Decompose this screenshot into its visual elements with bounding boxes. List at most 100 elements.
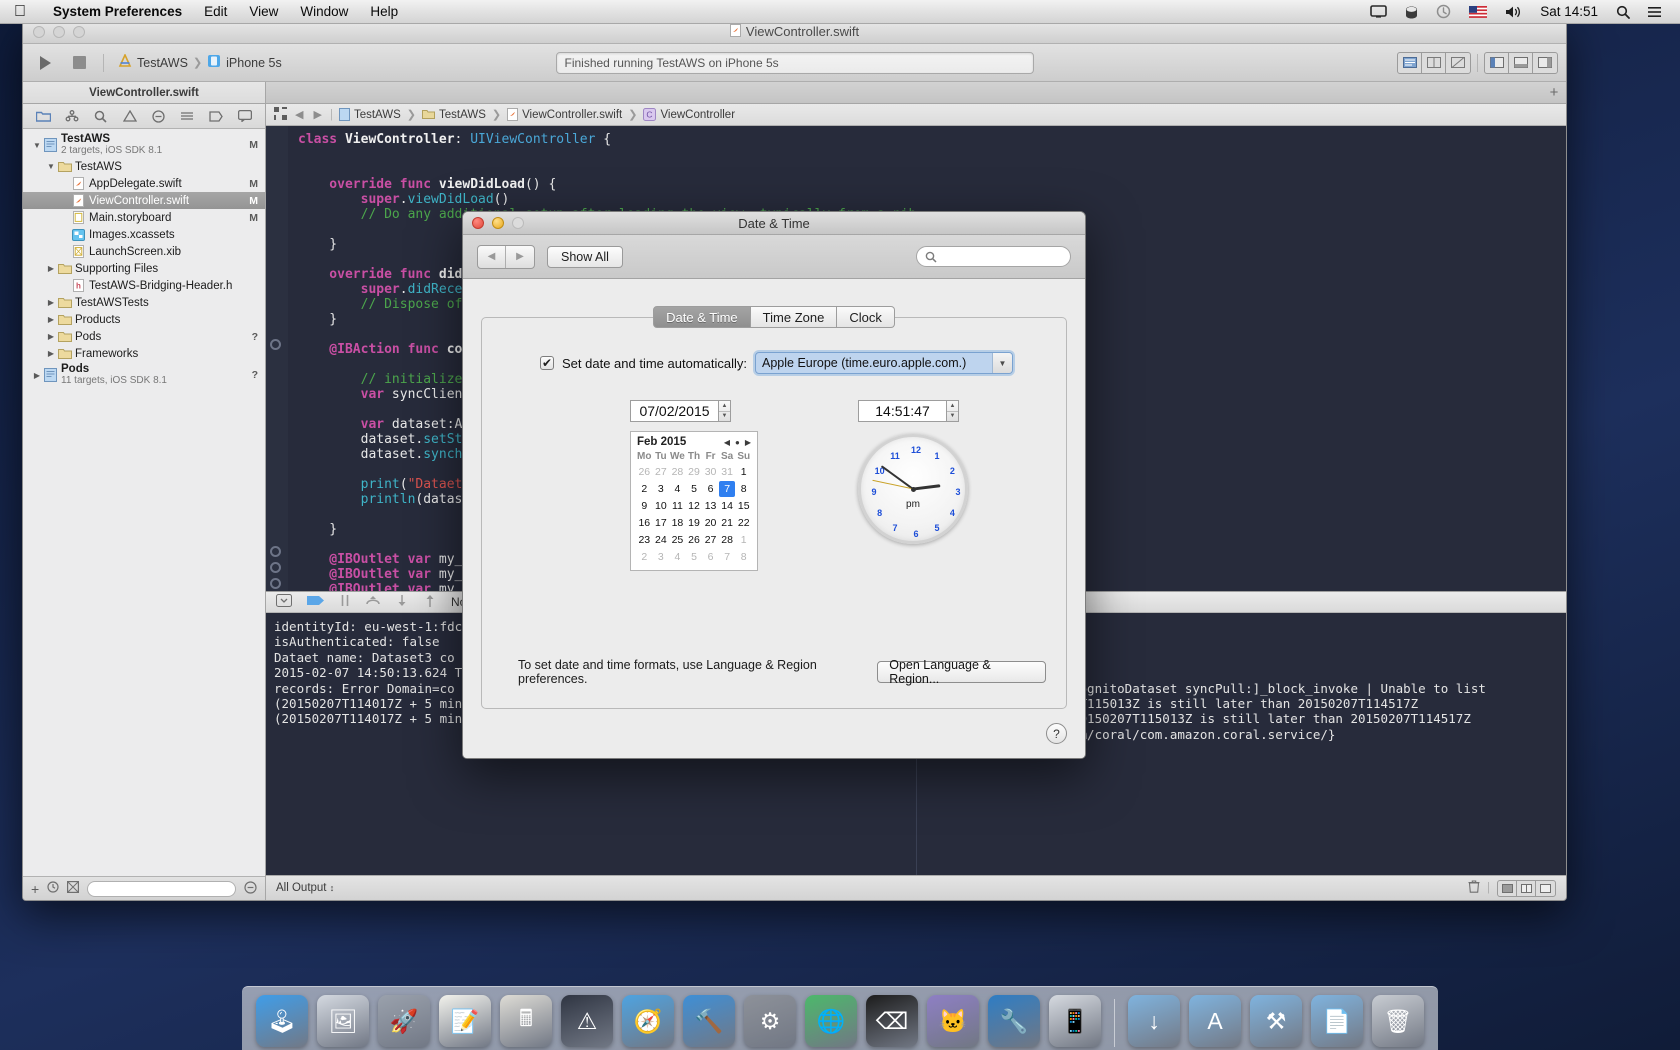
calendar-day[interactable]: 1: [735, 532, 752, 548]
calendar-day[interactable]: 20: [702, 515, 719, 531]
time-input[interactable]: 14:51:47: [858, 400, 946, 422]
browser-globe-icon[interactable]: 🌐: [805, 995, 857, 1047]
us-flag-icon[interactable]: [1460, 5, 1496, 18]
dock-item-launchpad[interactable]: 🚀: [378, 995, 430, 1047]
tree-item[interactable]: ▼ TestAWS: [23, 158, 265, 175]
apple-icon[interactable]: : [14, 3, 26, 20]
chevron-down-icon[interactable]: ▼: [992, 353, 1012, 373]
calendar-today-icon[interactable]: ●: [735, 438, 740, 447]
trash-icon[interactable]: [1468, 880, 1480, 896]
calendar-day[interactable]: 11: [669, 498, 686, 514]
calendar-day[interactable]: 13: [702, 498, 719, 514]
scheme-selector[interactable]: TestAWS ❯ iPhone 5s: [114, 53, 282, 71]
view-toggle-segments[interactable]: [1484, 51, 1558, 74]
report-icon[interactable]: [234, 107, 256, 125]
tab-time-zone[interactable]: Time Zone: [750, 306, 838, 328]
breadcrumb-symbol[interactable]: C ViewController: [643, 108, 735, 121]
assistant-editor-icon[interactable]: [1422, 52, 1446, 73]
system-preferences-icon[interactable]: ⚙: [744, 995, 796, 1047]
calendar-day[interactable]: 31: [719, 464, 736, 480]
calendar-day[interactable]: 9: [636, 498, 653, 514]
calendar-day[interactable]: 18: [669, 515, 686, 531]
spotlight-search-icon[interactable]: [1607, 5, 1639, 19]
tree-item-project[interactable]: ▼ TestAWS 2 targets, iOS SDK 8.1 M: [23, 132, 265, 158]
github-icon[interactable]: 🐱: [927, 995, 979, 1047]
calendar-day[interactable]: 7: [719, 549, 736, 565]
mini-calendar[interactable]: Feb 2015 ◀ ● ▶ Mo Tu We Th Fr Sa Su 26 27 28 29 30 3…: [630, 431, 758, 571]
dock-item-applications-stack[interactable]: A: [1189, 995, 1241, 1047]
add-tab-button[interactable]: +: [1542, 82, 1566, 103]
dock-item-documents-stack[interactable]: 📄: [1311, 995, 1363, 1047]
dock-item-app-store-photos[interactable]: 🖼: [317, 995, 369, 1047]
time-stepper-up[interactable]: ▲: [947, 401, 958, 412]
tree-item[interactable]: Images.xcassets: [23, 226, 265, 243]
dock-item-downloads-stack[interactable]: ↓: [1128, 995, 1180, 1047]
calendar-day[interactable]: 30: [702, 464, 719, 480]
calendar-day[interactable]: 4: [669, 481, 686, 497]
tree-item[interactable]: AppDelegate.swift M: [23, 175, 265, 192]
disk-icon[interactable]: [1396, 5, 1427, 19]
notification-center-icon[interactable]: [1639, 6, 1670, 18]
console-split-segments[interactable]: [1497, 879, 1556, 897]
run-play-icon[interactable]: [31, 51, 59, 75]
breadcrumb-group[interactable]: TestAWS: [422, 109, 486, 121]
xcode-beta-icon[interactable]: 🔧: [988, 995, 1040, 1047]
debug-icon[interactable]: [176, 107, 198, 125]
launchpad-icon[interactable]: 🚀: [378, 995, 430, 1047]
dock-item-utilities-stack[interactable]: ⚒: [1250, 995, 1302, 1047]
calendar-day[interactable]: 10: [653, 498, 670, 514]
tab-date-time[interactable]: Date & Time: [653, 306, 751, 328]
time-stepper-field[interactable]: 14:51:47 ▲ ▼: [858, 400, 968, 422]
calendar-day[interactable]: 16: [636, 515, 653, 531]
hide-debug-icon[interactable]: [276, 594, 292, 610]
time-stepper[interactable]: ▲ ▼: [946, 400, 959, 422]
calendar-day[interactable]: 19: [686, 515, 703, 531]
calendar-day[interactable]: 14: [719, 498, 736, 514]
calendar-day[interactable]: 8: [735, 549, 752, 565]
forward-arrow-icon[interactable]: ▶: [311, 108, 323, 121]
calendar-day[interactable]: 28: [719, 532, 736, 548]
filter-icon[interactable]: [67, 881, 80, 896]
test-icon[interactable]: [147, 107, 169, 125]
set-automatically-checkbox[interactable]: ✔: [540, 356, 554, 370]
dock-item-trash[interactable]: 🗑: [1372, 995, 1424, 1047]
breakpoint-marker-3[interactable]: [270, 562, 281, 573]
breakpoint-marker-4[interactable]: [270, 578, 281, 589]
date-stepper-up[interactable]: ▲: [719, 401, 730, 412]
step-over-icon[interactable]: [365, 594, 381, 610]
breadcrumb-project[interactable]: TestAWS: [338, 108, 401, 121]
pref-nav-buttons[interactable]: ◀ ▶: [477, 244, 535, 269]
calendar-day[interactable]: 27: [702, 532, 719, 548]
menu-system-preferences[interactable]: System Preferences: [42, 4, 193, 19]
finder-icon[interactable]: 🕹: [256, 995, 308, 1047]
time-server-popup[interactable]: Apple Europe (time.euro.apple.com.) ▼: [755, 352, 1013, 374]
calendar-day[interactable]: 6: [702, 481, 719, 497]
tree-item[interactable]: ▶ TestAWSTests: [23, 294, 265, 311]
hide-icon[interactable]: [244, 880, 257, 897]
calendar-day[interactable]: 25: [669, 532, 686, 548]
toggle-navigator-icon[interactable]: [1485, 52, 1509, 73]
help-button[interactable]: ?: [1046, 723, 1067, 744]
tree-item-project[interactable]: ▶ Pods 11 targets, iOS SDK 8.1?: [23, 362, 265, 388]
calendar-day[interactable]: 29: [686, 464, 703, 480]
disclosure-right-icon[interactable]: ▶: [31, 371, 43, 380]
disclosure-right-icon[interactable]: ▶: [45, 332, 57, 341]
console-warning-icon[interactable]: ⚠: [561, 995, 613, 1047]
calendar-day[interactable]: 21: [719, 515, 736, 531]
menu-help[interactable]: Help: [359, 4, 409, 19]
split-view-icon[interactable]: [1517, 880, 1536, 896]
calendar-day[interactable]: 4: [669, 549, 686, 565]
dock-item-github[interactable]: 🐱: [927, 995, 979, 1047]
dock-item-simulator[interactable]: 📱: [1049, 995, 1101, 1047]
navigator-filter-input[interactable]: [87, 880, 236, 897]
calendar-day[interactable]: 28: [669, 464, 686, 480]
tree-item[interactable]: h TestAWS-Bridging-Header.h: [23, 277, 265, 294]
pause-icon[interactable]: [339, 594, 351, 610]
calendar-day[interactable]: 5: [686, 549, 703, 565]
volume-icon[interactable]: [1496, 5, 1531, 19]
calendar-day[interactable]: 5: [686, 481, 703, 497]
calendar-day[interactable]: 26: [636, 464, 653, 480]
breakpoint-marker-2[interactable]: [270, 546, 281, 557]
back-arrow-icon[interactable]: ◀: [293, 108, 305, 121]
calendar-day[interactable]: 2: [636, 481, 653, 497]
